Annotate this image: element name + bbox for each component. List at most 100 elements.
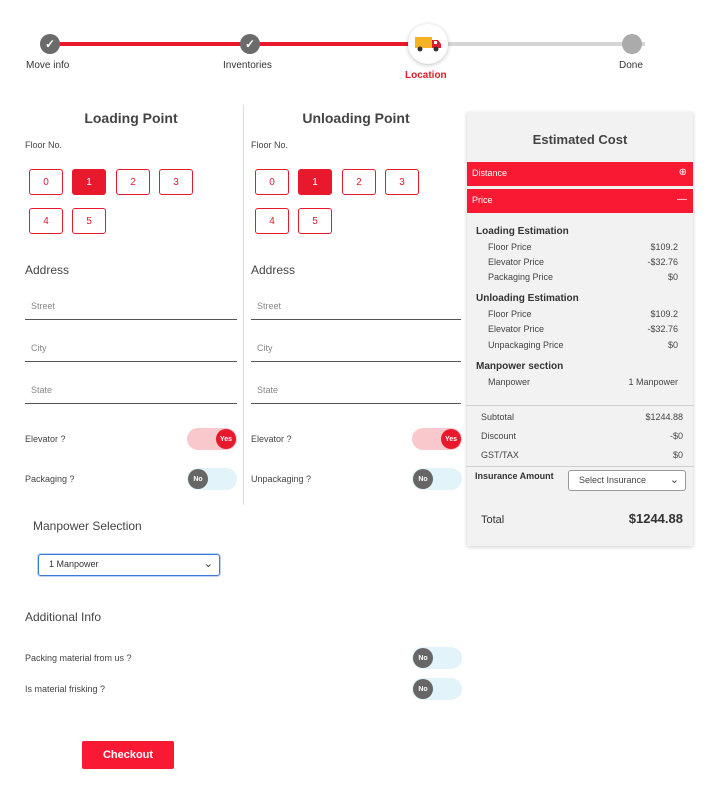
- loading-estimation-heading: Loading Estimation: [476, 226, 569, 237]
- row-label: Manpower: [488, 377, 531, 387]
- truck-icon[interactable]: [408, 24, 448, 64]
- row-label: Floor Price: [488, 309, 532, 319]
- total-value: $1244.88: [628, 511, 683, 526]
- row-value: -$0: [669, 431, 683, 441]
- manpower-select[interactable]: 1 Manpower ⌄: [38, 554, 220, 576]
- row-label: Elevator Price: [488, 257, 545, 267]
- insurance-amount-label: Insurance Amount: [475, 471, 554, 481]
- step-inventories-label: Inventories: [223, 60, 272, 71]
- row-value: $0: [667, 340, 678, 350]
- packing-material-toggle[interactable]: No: [412, 647, 462, 669]
- unloading-point-title: Unloading Point: [302, 110, 410, 126]
- insurance-select-value: Select Insurance: [579, 475, 647, 485]
- unloading-floor-2-button[interactable]: 2: [342, 169, 376, 195]
- toggle-knob: No: [188, 469, 208, 489]
- manpower-row: Manpower 1 Manpower: [488, 377, 678, 387]
- unloading-city-input[interactable]: City: [251, 338, 461, 362]
- loading-floor-4-button[interactable]: 4: [29, 208, 63, 234]
- unloading-elevator-price-row: Elevator Price -$32.76: [488, 324, 678, 334]
- packing-material-label: Packing material from us ?: [25, 653, 132, 663]
- unloading-floor-label: Floor No.: [251, 140, 289, 150]
- progress-stepper: ✓ Move info ✓ Inventories Location Done: [0, 0, 710, 90]
- loading-city-input[interactable]: City: [25, 338, 237, 362]
- total-label: Total: [481, 514, 505, 526]
- loading-floor-3-button[interactable]: 3: [159, 169, 193, 195]
- loading-packaging-toggle[interactable]: No: [187, 468, 237, 490]
- unloading-unpackaging-label: Unpackaging ?: [251, 474, 312, 484]
- unloading-floor-price-row: Floor Price $109.2: [488, 309, 678, 319]
- material-frisking-toggle[interactable]: No: [412, 678, 462, 700]
- gst-tax-row: GST/TAX $0: [481, 450, 683, 460]
- distance-accordion[interactable]: Distance ⊕: [467, 162, 693, 186]
- unloading-floor-5-button[interactable]: 5: [298, 208, 332, 234]
- checkout-button[interactable]: Checkout: [82, 741, 174, 769]
- unloading-elevator-label: Elevator ?: [251, 434, 292, 444]
- distance-label: Distance: [472, 168, 508, 178]
- loading-floor-5-button[interactable]: 5: [72, 208, 106, 234]
- toggle-knob: No: [413, 648, 433, 668]
- expand-plus-icon: ⊕: [678, 167, 687, 178]
- row-value: $109.2: [650, 242, 678, 252]
- row-value: $1244.88: [645, 412, 683, 422]
- step-done-dot[interactable]: [622, 34, 642, 54]
- step-done-label: Done: [619, 60, 643, 71]
- insurance-select[interactable]: Select Insurance ⌄: [568, 470, 686, 491]
- manpower-section-heading: Manpower section: [476, 361, 564, 372]
- chevron-down-icon: ⌄: [669, 474, 679, 486]
- loading-floor-label: Floor No.: [25, 140, 63, 150]
- unloading-floor-4-button[interactable]: 4: [255, 208, 289, 234]
- chevron-down-icon: ⌄: [203, 558, 213, 570]
- loading-floor-1-button[interactable]: 1: [72, 169, 106, 195]
- column-divider: [243, 105, 244, 505]
- row-label: GST/TAX: [481, 450, 519, 460]
- loading-packaging-label: Packaging ?: [25, 474, 75, 484]
- unloading-unpackaging-price-row: Unpackaging Price $0: [488, 340, 678, 350]
- row-label: Unpackaging Price: [488, 340, 564, 350]
- loading-street-input[interactable]: Street: [25, 296, 237, 320]
- subtotal-row: Subtotal $1244.88: [481, 412, 683, 422]
- row-value: $0: [672, 450, 683, 460]
- loading-elevator-toggle[interactable]: Yes: [187, 428, 237, 450]
- step-move-info-check-icon[interactable]: ✓: [40, 34, 60, 54]
- unloading-unpackaging-toggle[interactable]: No: [412, 468, 462, 490]
- unloading-state-input[interactable]: State: [251, 380, 461, 404]
- toggle-knob: No: [413, 469, 433, 489]
- loading-address-label: Address: [25, 263, 70, 277]
- estimated-cost-panel: Estimated Cost Distance ⊕ Price — Loadin…: [467, 112, 693, 546]
- unloading-street-input[interactable]: Street: [251, 296, 461, 320]
- additional-info-title: Additional Info: [25, 610, 102, 624]
- row-label: Discount: [481, 431, 517, 441]
- row-value: $0: [667, 272, 678, 282]
- unloading-elevator-toggle[interactable]: Yes: [412, 428, 462, 450]
- unloading-address-label: Address: [251, 263, 296, 277]
- loading-point-title: Loading Point: [84, 110, 178, 126]
- collapse-minus-icon: —: [677, 194, 687, 205]
- row-value: $109.2: [650, 309, 678, 319]
- unloading-floor-3-button[interactable]: 3: [385, 169, 419, 195]
- manpower-select-value: 1 Manpower: [49, 559, 99, 569]
- loading-state-input[interactable]: State: [25, 380, 237, 404]
- loading-elevator-price-row: Elevator Price -$32.76: [488, 257, 678, 267]
- step-location-label: Location: [405, 70, 447, 81]
- unloading-floor-1-button[interactable]: 1: [298, 169, 332, 195]
- summary-divider: [467, 405, 693, 406]
- manpower-selection-title: Manpower Selection: [33, 519, 142, 533]
- step-move-info-label: Move info: [26, 60, 70, 71]
- material-frisking-label: Is material frisking ?: [25, 684, 106, 694]
- loading-elevator-label: Elevator ?: [25, 434, 66, 444]
- unloading-floor-0-button[interactable]: 0: [255, 169, 289, 195]
- loading-floor-2-button[interactable]: 2: [116, 169, 150, 195]
- loading-floor-0-button[interactable]: 0: [29, 169, 63, 195]
- row-value: -$32.76: [647, 324, 678, 334]
- step-inventories-check-icon[interactable]: ✓: [240, 34, 260, 54]
- unloading-estimation-heading: Unloading Estimation: [476, 293, 579, 304]
- discount-row: Discount -$0: [481, 431, 683, 441]
- price-accordion[interactable]: Price —: [467, 189, 693, 213]
- loading-floor-price-row: Floor Price $109.2: [488, 242, 678, 252]
- row-value: 1 Manpower: [628, 377, 678, 387]
- row-label: Packaging Price: [488, 272, 554, 282]
- row-label: Floor Price: [488, 242, 532, 252]
- estimated-cost-title: Estimated Cost: [532, 132, 628, 147]
- toggle-knob: No: [413, 679, 433, 699]
- toggle-knob: Yes: [441, 429, 461, 449]
